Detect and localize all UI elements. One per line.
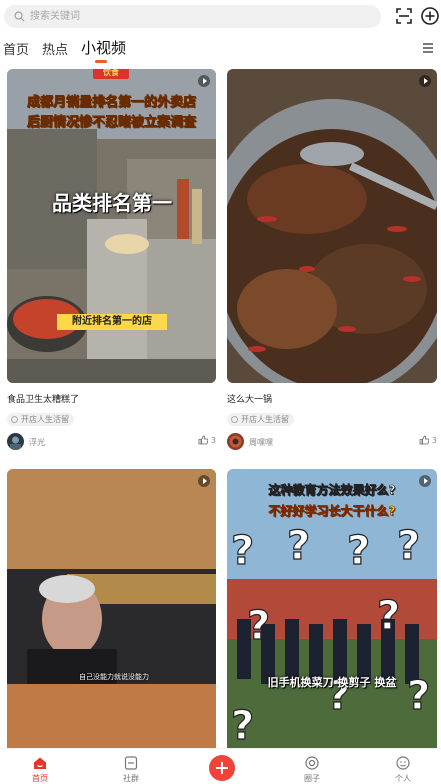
play-icon bbox=[198, 475, 210, 487]
tab-short-video[interactable]: 小视频 bbox=[81, 37, 126, 58]
nav-profile[interactable]: 个人 bbox=[373, 749, 433, 784]
card-author-row: 浮光 3 bbox=[7, 433, 216, 451]
video-card[interactable]: ? ? ? ? ? ? ? ? ? 这种教育方法效果好么? 不好好学习长大干什么… bbox=[227, 469, 437, 748]
svg-text:?: ? bbox=[287, 523, 310, 569]
like-count[interactable]: 3 bbox=[198, 435, 216, 445]
play-icon bbox=[419, 475, 431, 487]
category-tabs: 首页 热点 小视频 bbox=[0, 36, 441, 64]
overlay-headline-1: 成都月销量排名第一的外卖店 bbox=[26, 95, 197, 111]
tab-hot[interactable]: 热点 bbox=[42, 39, 68, 58]
overlay-bottom-label: 附近排名第一的店 bbox=[57, 314, 167, 330]
video-thumbnail[interactable]: 自己没能力就说没能力 bbox=[7, 469, 216, 748]
tab-home[interactable]: 首页 bbox=[3, 39, 29, 58]
topic-tag[interactable]: 开店人生活留 bbox=[227, 413, 294, 426]
corner-badge: 饮食 bbox=[93, 69, 129, 79]
card-title: 食品卫生太糟糕了 bbox=[7, 395, 80, 405]
overlay-headline-1: 这种教育方法效果好么? bbox=[268, 483, 396, 498]
play-icon bbox=[198, 75, 210, 87]
search-box[interactable] bbox=[4, 5, 381, 28]
card-title: 这么大一锅 bbox=[227, 395, 273, 405]
like-count-value: 3 bbox=[210, 436, 216, 445]
profile-icon bbox=[396, 756, 410, 770]
tag-label: 开店人生活留 bbox=[21, 415, 69, 424]
search-input[interactable] bbox=[30, 7, 360, 26]
scan-icon[interactable] bbox=[394, 6, 414, 26]
video-card[interactable]: 饮食 成都月销量排名第一的外卖店 后厨情况惨不忍睹被立案调查 品类排名第一 附近… bbox=[7, 69, 216, 456]
video-thumbnail[interactable]: 饮食 成都月销量排名第一的外卖店 后厨情况惨不忍睹被立案调查 品类排名第一 附近… bbox=[7, 69, 216, 383]
video-card[interactable]: 自己没能力就说没能力 bbox=[7, 469, 216, 748]
man-portrait-image bbox=[7, 469, 216, 748]
home-icon bbox=[34, 757, 46, 769]
tag-icon bbox=[231, 416, 238, 423]
add-circle-icon[interactable] bbox=[420, 6, 440, 26]
menu-icon[interactable] bbox=[421, 41, 435, 55]
tag-icon bbox=[11, 416, 18, 423]
search-icon bbox=[14, 11, 25, 22]
like-count-value: 3 bbox=[431, 436, 437, 445]
nav-profile-label: 个人 bbox=[395, 774, 411, 783]
avatar[interactable] bbox=[7, 433, 24, 450]
author-name[interactable]: 周嘿嘿 bbox=[249, 437, 273, 448]
topic-tag[interactable]: 开店人生活留 bbox=[7, 413, 74, 426]
svg-text:?: ? bbox=[247, 603, 270, 649]
svg-text:?: ? bbox=[231, 703, 254, 748]
svg-text:?: ? bbox=[347, 528, 370, 574]
svg-text:?: ? bbox=[377, 593, 400, 639]
active-tab-indicator bbox=[95, 60, 107, 63]
bottom-navigation: 首页 社群 圈子 个人 bbox=[0, 748, 441, 784]
video-thumbnail[interactable]: ? ? ? ? ? ? ? ? ? 这种教育方法效果好么? 不好好学习长大干什么… bbox=[227, 469, 437, 748]
overlay-mid-text: 品类排名第一 bbox=[52, 191, 172, 215]
nav-circle-label: 圈子 bbox=[304, 774, 320, 783]
video-caption: 自己没能力就说没能力 bbox=[79, 673, 149, 681]
video-card[interactable]: 这么大一锅 开店人生活留 周嘿嘿 3 bbox=[227, 69, 437, 456]
like-count[interactable]: 3 bbox=[419, 435, 437, 445]
author-name[interactable]: 浮光 bbox=[29, 437, 45, 448]
hotpot-image bbox=[227, 69, 437, 383]
circle-icon bbox=[305, 756, 319, 770]
nav-home-label: 首页 bbox=[32, 774, 48, 783]
thumbs-up-icon bbox=[198, 435, 208, 445]
svg-text:?: ? bbox=[397, 523, 420, 569]
top-bar bbox=[0, 0, 441, 34]
nav-community[interactable]: 社群 bbox=[101, 749, 161, 784]
overlay-headline-2: 后厨情况惨不忍睹被立案调查 bbox=[26, 115, 197, 131]
thumbs-up-icon bbox=[419, 435, 429, 445]
publish-button[interactable] bbox=[209, 755, 235, 781]
play-icon bbox=[419, 75, 431, 87]
community-icon bbox=[124, 756, 138, 770]
overlay-bottom-text: 旧手机换菜刀 换剪子 换盆 bbox=[267, 676, 397, 689]
nav-home[interactable]: 首页 bbox=[10, 749, 70, 784]
avatar[interactable] bbox=[227, 433, 244, 450]
video-thumbnail[interactable] bbox=[227, 69, 437, 383]
card-author-row: 周嘿嘿 3 bbox=[227, 433, 437, 451]
svg-text:?: ? bbox=[231, 528, 254, 574]
overlay-headline-2: 不好好学习长大干什么? bbox=[268, 504, 396, 519]
nav-circle[interactable]: 圈子 bbox=[282, 749, 342, 784]
nav-community-label: 社群 bbox=[123, 774, 139, 783]
tag-label: 开店人生活留 bbox=[241, 415, 289, 424]
